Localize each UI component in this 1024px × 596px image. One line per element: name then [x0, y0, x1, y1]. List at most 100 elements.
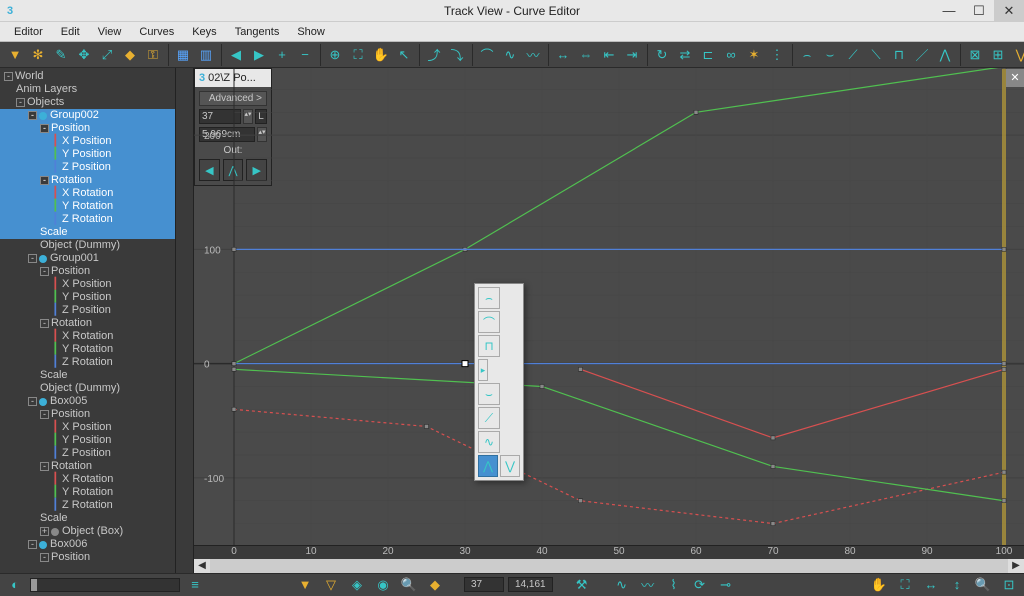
tree-item[interactable]: ┃X Rotation [0, 330, 175, 343]
tree-item[interactable]: -Position [0, 122, 175, 135]
tree-item[interactable]: ┃X Position [0, 278, 175, 291]
cursor-icon[interactable]: ↖ [393, 44, 415, 66]
tree-item[interactable]: -Box005 [0, 395, 175, 408]
tree-item[interactable]: ┃Y Position [0, 434, 175, 447]
zoom-region2-icon[interactable]: ⊡ [998, 574, 1020, 596]
range-right-icon[interactable]: ⇥ [621, 44, 643, 66]
tangent-custom-icon[interactable]: ⋀ [934, 44, 956, 66]
key-break-icon[interactable]: ⊞ [987, 44, 1009, 66]
range-left-icon[interactable]: ⇤ [598, 44, 620, 66]
key-toggle-icon[interactable]: ◆ [424, 574, 446, 596]
curve-relative-icon[interactable]: ⋮ [766, 44, 788, 66]
prev-key-icon[interactable]: ◀ [225, 44, 247, 66]
tree-item[interactable]: ┃X Position [0, 421, 175, 434]
tree-item[interactable]: ┃Y Rotation [0, 486, 175, 499]
zoom-icon[interactable]: ⊕ [324, 44, 346, 66]
tree-item[interactable]: ┃X Rotation [0, 187, 175, 200]
minimize-button[interactable]: — [934, 0, 964, 22]
next-key-icon[interactable]: ▶ [248, 44, 270, 66]
filter-animated-icon[interactable]: ▽ [320, 574, 342, 596]
tangent-linear-icon[interactable]: ／ [911, 44, 933, 66]
tree-item[interactable]: ┃Y Rotation [0, 200, 175, 213]
tangent-slow-icon[interactable]: ⟍ [865, 44, 887, 66]
menu-tangents[interactable]: Tangents [227, 24, 288, 40]
tangent-auto-icon[interactable]: ⌢ [796, 44, 818, 66]
pan-icon[interactable]: ✋ [370, 44, 392, 66]
tree-item[interactable]: ┃Z Position [0, 161, 175, 174]
time-slider[interactable] [30, 578, 180, 592]
curve-graph[interactable]: 2001000-100 0102030405060708090100 ◀ ▶ ⌢… [194, 68, 1024, 573]
timeline-mode-icon[interactable]: ≡ [184, 574, 206, 596]
tangent-smooth-icon[interactable]: ⌣ [819, 44, 841, 66]
curve-cycle-icon[interactable]: ∞ [720, 44, 742, 66]
tangent-break-button[interactable]: ⋁ [500, 455, 520, 477]
tree-item[interactable]: -Position [0, 551, 175, 564]
popup-close-button[interactable]: ✕ [1006, 69, 1024, 87]
menu-editor[interactable]: Editor [6, 24, 51, 40]
playback-icon[interactable]: ◐ [4, 574, 26, 596]
tree-item[interactable]: -Position [0, 408, 175, 421]
tree-item[interactable]: Object (Dummy) [0, 239, 175, 252]
curve-ease-icon[interactable]: ∿ [499, 44, 521, 66]
tree-item[interactable]: Object (Dummy) [0, 382, 175, 395]
nav-curve2-icon[interactable]: 〰 [637, 574, 659, 596]
search-icon[interactable]: 🔍 [398, 574, 420, 596]
tree-item[interactable]: -Rotation [0, 317, 175, 330]
scroll-left-button[interactable]: ◀ [194, 559, 210, 573]
tree-item[interactable]: +Object (Box) [0, 525, 175, 538]
tree-item[interactable]: -Box006 [0, 538, 175, 551]
tangent-step-button[interactable]: ⊓ [478, 335, 500, 357]
nav-curve1-icon[interactable]: ∿ [611, 574, 633, 596]
pan-hand-icon[interactable]: ✋ [868, 574, 890, 596]
curve-spline-icon[interactable]: 〰 [522, 44, 544, 66]
menu-view[interactable]: View [90, 24, 130, 40]
tangent-ease-button[interactable]: ⟋ [478, 407, 500, 429]
tree-item[interactable]: ┃Z Position [0, 304, 175, 317]
pencil-icon[interactable]: ✎ [50, 44, 72, 66]
curve-loop-icon[interactable]: ↻ [651, 44, 673, 66]
filter-icon[interactable]: ▼ [4, 44, 26, 66]
tree-item[interactable]: ┃Z Position [0, 447, 175, 460]
tangent-custom-button[interactable]: ⋀ [478, 455, 498, 477]
tangent-smooth-button[interactable]: ⌣ [478, 383, 500, 405]
range-h-icon[interactable]: ↔ [552, 44, 574, 66]
tree-item[interactable]: ┃Z Rotation [0, 499, 175, 512]
hierarchy-panel[interactable]: -WorldAnim Layers-Objects-Group002-Posit… [0, 68, 176, 573]
scroll-right-button[interactable]: ▶ [1008, 559, 1024, 573]
tree-item[interactable]: -Objects [0, 96, 175, 109]
horizontal-scrollbar[interactable]: ◀ ▶ [194, 559, 1024, 573]
key-icon[interactable]: ◆ [119, 44, 141, 66]
lock-icon[interactable]: ⚿ [142, 44, 164, 66]
hammer-icon[interactable]: ⚒ [571, 574, 593, 596]
frame-display[interactable]: 37 [464, 577, 504, 592]
tangent-step-icon[interactable]: ⊓ [888, 44, 910, 66]
tangent-flyout-button[interactable]: ▸ [478, 359, 488, 381]
tangent-spline-button[interactable]: ∿ [478, 431, 500, 453]
zoom-horiz-icon[interactable]: ↔ [920, 574, 942, 596]
tree-item[interactable]: ┃Y Position [0, 291, 175, 304]
tree-item[interactable]: -Rotation [0, 460, 175, 473]
time-ruler[interactable]: 0102030405060708090100 [194, 545, 1024, 559]
delete-key-icon[interactable]: − [294, 44, 316, 66]
menu-curves[interactable]: Curves [131, 24, 182, 40]
curve-linear-icon[interactable]: ✶ [743, 44, 765, 66]
zoom-extents-icon[interactable]: ⛶ [894, 574, 916, 596]
range-grow-icon[interactable]: ⇔ [575, 44, 597, 66]
filter-selected-icon[interactable]: ▼ [294, 574, 316, 596]
menu-keys[interactable]: Keys [184, 24, 224, 40]
zoom-region-icon[interactable]: ⛶ [347, 44, 369, 66]
tangent-fast-icon[interactable]: ⟋ [842, 44, 864, 66]
zoom-vert-icon[interactable]: ↕ [946, 574, 968, 596]
zoom-tool-icon[interactable]: 🔍 [972, 574, 994, 596]
key-unify-icon[interactable]: ⋁ [1010, 44, 1024, 66]
tree-item[interactable]: ┃Y Position [0, 148, 175, 161]
tree-item[interactable]: -Group002 [0, 109, 175, 122]
tree-item[interactable]: ┃X Position [0, 135, 175, 148]
tree-item[interactable]: Scale [0, 369, 175, 382]
tree-item[interactable]: -Position [0, 265, 175, 278]
coord-display[interactable]: 14,161 [508, 577, 553, 592]
tree-item[interactable]: ┃X Rotation [0, 473, 175, 486]
tangent-fast-button[interactable]: ⌒ [478, 311, 500, 333]
maximize-button[interactable]: ☐ [964, 0, 994, 22]
tree-item[interactable]: ┃Z Rotation [0, 356, 175, 369]
